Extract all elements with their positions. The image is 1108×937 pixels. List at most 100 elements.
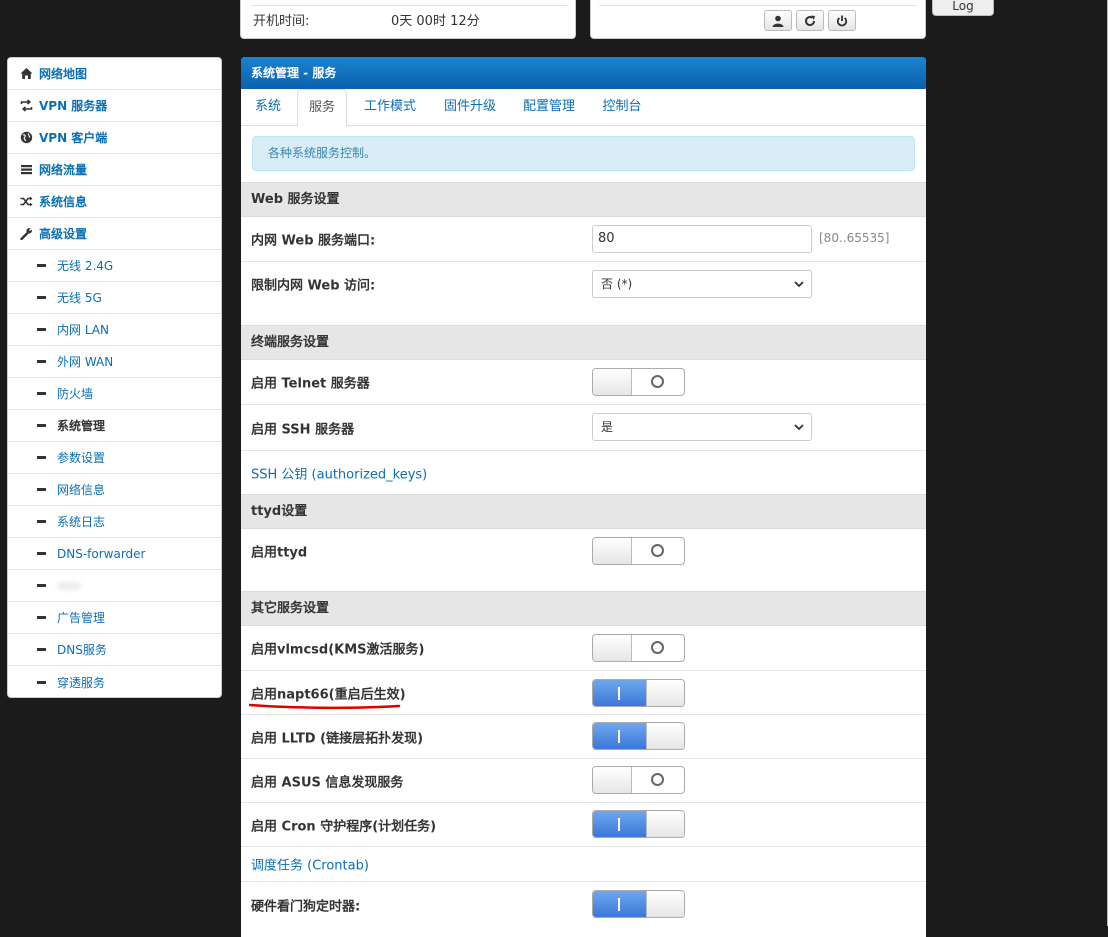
info-alert: 各种系统服务控制。 (252, 136, 915, 171)
sub-dns-forwarder[interactable]: DNS-forwarder (8, 538, 221, 570)
ttyd-toggle[interactable] (592, 537, 685, 565)
sidebar: 网络地图 VPN 服务器 VPN 客户端 网络流量 系统信息 高级设置 无线 2… (7, 57, 222, 698)
off-icon (651, 641, 664, 654)
sub-ad-management[interactable]: 广告管理 (8, 602, 221, 634)
telnet-toggle[interactable] (592, 368, 685, 396)
sub-label: 参数设置 (57, 451, 106, 465)
off-icon (651, 375, 664, 388)
divider (599, 5, 917, 6)
sub-network-info[interactable]: 网络信息 (8, 474, 221, 506)
sub-wan[interactable]: 外网 WAN (8, 346, 221, 378)
sub-wireless-24g[interactable]: 无线 2.4G (8, 250, 221, 282)
crontab-row: 调度任务 (Crontab) (241, 847, 926, 882)
chevron-down-icon (794, 281, 804, 288)
nav-advanced[interactable]: 高级设置 (8, 218, 221, 250)
crontab-link[interactable]: 调度任务 (Crontab) (251, 855, 369, 874)
on-icon (618, 687, 620, 700)
dash-icon (37, 264, 46, 267)
ssh-label: 启用 SSH 服务器 (251, 422, 355, 437)
napt66-label: 启用napt66(重启后生效) (251, 687, 406, 702)
control-buttons (764, 10, 856, 31)
toggle-knob (646, 680, 684, 706)
power-icon (836, 15, 848, 26)
web-port-hint: [80..65535] (819, 231, 890, 245)
nav-system-info[interactable]: 系统信息 (8, 186, 221, 218)
tab-work-mode[interactable]: 工作模式 (356, 89, 424, 126)
off-icon (651, 544, 664, 557)
nav-vpn-server[interactable]: VPN 服务器 (8, 90, 221, 122)
retweet-icon (19, 99, 33, 113)
sub-wireless-5g[interactable]: 无线 5G (8, 282, 221, 314)
web-port-label: 内网 Web 服务端口: (251, 233, 376, 249)
web-port-row: 内网 Web 服务端口: 80 [80..65535] (241, 217, 926, 262)
tab-bar: 系统 服务 工作模式 固件升级 配置管理 控制台 (241, 89, 926, 127)
sub-lan[interactable]: 内网 LAN (8, 314, 221, 346)
cron-toggle[interactable] (592, 810, 685, 838)
ssh-select[interactable]: 是 (592, 413, 812, 441)
dash-icon (37, 648, 46, 651)
log-button[interactable]: Log (932, 0, 994, 16)
sub-firewall[interactable]: 防火墙 (8, 378, 221, 410)
dash-icon (37, 584, 46, 587)
sub-tunnel-service[interactable]: 穿透服务 (8, 666, 221, 697)
lltd-row: 启用 LLTD (链接层拓扑发现) (241, 715, 926, 759)
tab-console[interactable]: 控制台 (594, 89, 650, 126)
sub-label: 无线 5G (57, 291, 102, 305)
toggle-knob (646, 891, 684, 917)
telnet-label: 启用 Telnet 服务器 (251, 376, 370, 392)
user-button[interactable] (764, 10, 792, 31)
web-port-input[interactable]: 80 (592, 225, 812, 253)
refresh-icon (805, 15, 816, 26)
tab-system[interactable]: 系统 (246, 89, 290, 126)
nav-traffic[interactable]: 网络流量 (8, 154, 221, 186)
dash-icon (37, 296, 46, 299)
sub-label: 系统管理 (57, 419, 106, 433)
ttyd-section-heading: ttyd设置 (241, 494, 926, 529)
off-icon (651, 773, 664, 786)
dash-icon (37, 360, 46, 363)
sub-label: 广告管理 (57, 611, 106, 625)
sub-label: DNS服务 (57, 643, 107, 657)
sub-system-log[interactable]: 系统日志 (8, 506, 221, 538)
sub-parameters[interactable]: 参数设置 (8, 442, 221, 474)
dash-icon (37, 680, 46, 684)
web-limit-value: 否 (*) (601, 277, 633, 291)
ssh-keys-link[interactable]: SSH 公钥 (authorized_keys) (251, 463, 427, 482)
sub-label: 系统日志 (57, 515, 106, 529)
red-underline-annotation (249, 703, 401, 710)
user-icon (772, 15, 784, 27)
other-section-heading: 其它服务设置 (241, 591, 926, 626)
toggle-knob (593, 635, 632, 661)
sub-label: 穿透服务 (57, 675, 106, 690)
sub-administration[interactable]: 系统管理 (8, 410, 221, 442)
tab-services[interactable]: 服务 (297, 89, 347, 127)
dash-icon (37, 520, 46, 523)
refresh-button[interactable] (796, 10, 824, 31)
nav-label: 系统信息 (39, 195, 88, 209)
tab-firmware[interactable]: 固件升级 (436, 89, 504, 126)
napt66-toggle[interactable] (592, 679, 685, 707)
asus-label: 启用 ASUS 信息发现服务 (251, 775, 404, 790)
lltd-toggle[interactable] (592, 722, 685, 750)
nav-network-map[interactable]: 网络地图 (8, 58, 221, 90)
wrench-icon (19, 227, 33, 241)
vlmcsd-toggle[interactable] (592, 634, 685, 662)
sub-label: 无线 2.4G (57, 259, 114, 273)
sub-label: 外网 WAN (57, 355, 114, 369)
asus-toggle[interactable] (592, 766, 685, 794)
on-icon (618, 730, 620, 743)
nav-label: 网络流量 (39, 163, 88, 177)
web-limit-select[interactable]: 否 (*) (592, 270, 812, 298)
sub-hidden-item[interactable] (8, 570, 221, 602)
cron-label: 启用 Cron 守护程序(计划任务) (251, 819, 437, 834)
main-panel: 系统管理 - 服务 系统 服务 工作模式 固件升级 配置管理 控制台 各种系统服… (241, 57, 926, 937)
nav-label: 网络地图 (39, 67, 88, 81)
sub-dns-service[interactable]: DNS服务 (8, 634, 221, 666)
power-button[interactable] (828, 10, 856, 31)
vlmcsd-row: 启用vlmcsd(KMS激活服务) (241, 626, 926, 671)
tab-config[interactable]: 配置管理 (515, 89, 583, 126)
dash-icon (37, 552, 46, 555)
watchdog-toggle[interactable] (592, 890, 685, 918)
on-icon (618, 898, 620, 911)
nav-vpn-client[interactable]: VPN 客户端 (8, 122, 221, 154)
